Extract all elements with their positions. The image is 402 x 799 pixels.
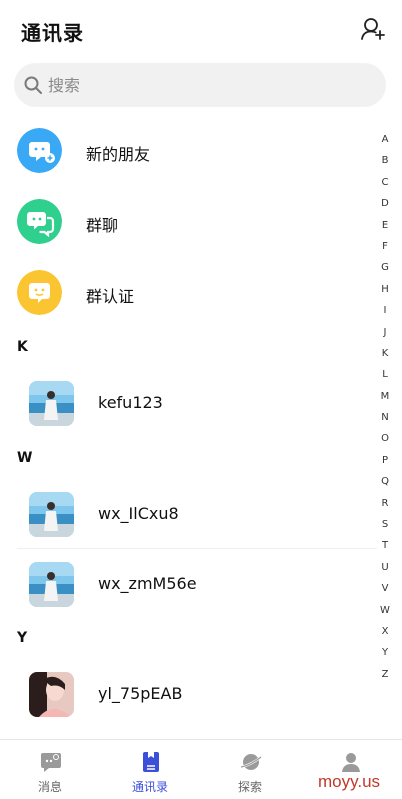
person-icon: [342, 753, 360, 772]
tab-label: 探索: [237, 780, 262, 794]
tab-label: 消息: [37, 780, 62, 794]
index-letter[interactable]: B: [376, 152, 394, 173]
index-letter[interactable]: T: [376, 537, 394, 558]
page-title: 通讯录: [21, 21, 84, 45]
section-letter-w: W: [17, 450, 33, 466]
index-letter[interactable]: E: [376, 217, 394, 238]
tab-messages[interactable]: 消息: [0, 740, 100, 799]
message-icon: [41, 753, 61, 772]
index-letter[interactable]: Y: [376, 644, 394, 665]
index-letter[interactable]: X: [376, 623, 394, 644]
planet-icon: [240, 754, 262, 770]
tab-label: 通讯录: [131, 780, 168, 794]
index-letter[interactable]: M: [376, 388, 394, 409]
avatar: [29, 492, 74, 537]
index-letter[interactable]: S: [376, 516, 394, 537]
new-friends-label: 新的朋友: [86, 145, 151, 164]
contact-row[interactable]: wx_IlCxu8: [0, 492, 372, 554]
index-letter[interactable]: K: [376, 345, 394, 366]
group-verify-label: 群认证: [86, 287, 135, 306]
chat-bubble-group-icon: [17, 199, 62, 244]
index-letter[interactable]: U: [376, 559, 394, 580]
contact-name: yl_75pEAB: [98, 684, 183, 703]
contact-name: wx_zmM56e: [98, 574, 197, 593]
index-letter[interactable]: I: [376, 302, 394, 323]
contact-row[interactable]: kefu123: [0, 381, 372, 443]
index-letter[interactable]: D: [376, 195, 394, 216]
section-letter-k: K: [17, 339, 28, 355]
index-letter[interactable]: F: [376, 238, 394, 259]
index-letter[interactable]: Z: [376, 666, 394, 687]
alphabet-index[interactable]: A B C D E F G H I J K L M N O P Q R S T …: [376, 131, 394, 687]
avatar: [29, 562, 74, 607]
watermark: moyy.us: [318, 772, 381, 791]
group-chat-label: 群聊: [86, 216, 119, 235]
user-plus-icon[interactable]: [360, 16, 386, 42]
search-icon: [24, 76, 42, 94]
index-letter[interactable]: V: [376, 580, 394, 601]
group-verify-item[interactable]: 群认证: [0, 266, 372, 336]
index-letter[interactable]: P: [376, 452, 394, 473]
chat-bubble-badge-icon: [17, 270, 62, 315]
header: 通讯录: [0, 0, 402, 60]
index-letter[interactable]: N: [376, 409, 394, 430]
index-letter[interactable]: O: [376, 430, 394, 451]
index-letter[interactable]: W: [376, 602, 394, 623]
tab-explore[interactable]: 探索: [200, 740, 300, 799]
avatar: [29, 381, 74, 426]
new-friends-item[interactable]: 新的朋友: [0, 124, 372, 194]
index-letter[interactable]: A: [376, 131, 394, 152]
search-input[interactable]: [48, 63, 368, 107]
index-letter[interactable]: Q: [376, 473, 394, 494]
group-chat-item[interactable]: 群聊: [0, 195, 372, 265]
tab-contacts[interactable]: 通讯录: [100, 740, 200, 799]
index-letter[interactable]: C: [376, 174, 394, 195]
contacts-book-icon: [143, 752, 159, 772]
chat-bubble-plus-icon: [17, 128, 62, 173]
index-letter[interactable]: R: [376, 495, 394, 516]
index-letter[interactable]: L: [376, 366, 394, 387]
divider: [17, 548, 377, 549]
index-letter[interactable]: G: [376, 259, 394, 280]
index-letter[interactable]: H: [376, 281, 394, 302]
contact-row[interactable]: wx_zmM56e: [0, 562, 372, 624]
avatar: [29, 672, 74, 717]
contact-row[interactable]: yl_75pEAB: [0, 672, 372, 734]
contact-name: kefu123: [98, 393, 163, 412]
section-letter-y: Y: [17, 630, 28, 646]
contact-name: wx_IlCxu8: [98, 504, 179, 523]
search-bar[interactable]: [14, 63, 386, 107]
index-letter[interactable]: J: [376, 324, 394, 345]
